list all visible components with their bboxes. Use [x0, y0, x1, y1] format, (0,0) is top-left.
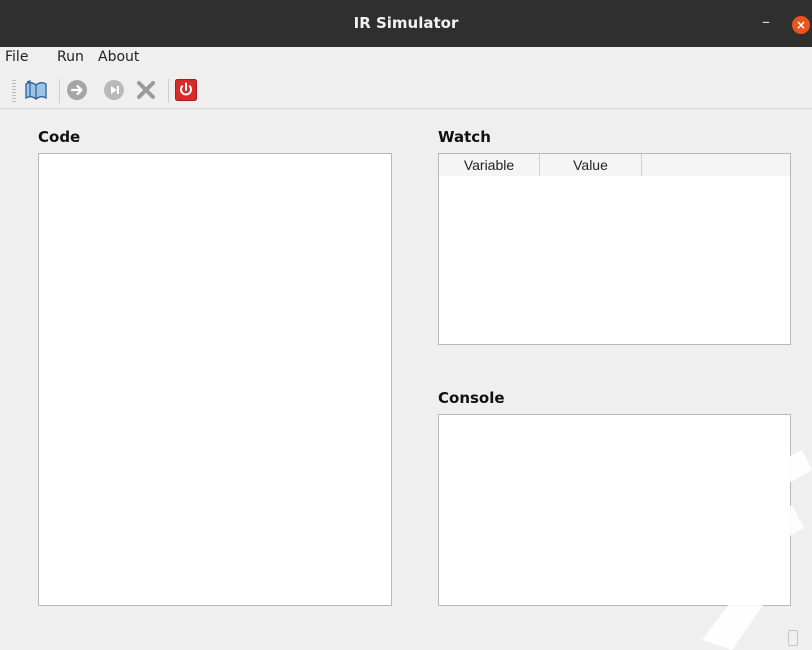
- step-forward-icon[interactable]: [65, 78, 89, 102]
- console-label: Console: [438, 389, 505, 407]
- step-icon[interactable]: [102, 78, 126, 102]
- title-bar: IR Simulator – ×: [0, 0, 812, 47]
- window-title: IR Simulator: [353, 14, 459, 32]
- column-header-value[interactable]: Value: [540, 154, 642, 176]
- toolbar: [0, 72, 812, 109]
- menu-about[interactable]: About: [98, 49, 139, 65]
- toolbar-separator: [168, 79, 169, 103]
- open-file-icon[interactable]: [24, 78, 48, 102]
- watch-label: Watch: [438, 128, 491, 146]
- watch-table[interactable]: Variable Value: [438, 153, 791, 345]
- console-output[interactable]: [438, 414, 791, 606]
- menu-file[interactable]: File: [5, 49, 28, 65]
- code-editor[interactable]: [38, 153, 392, 606]
- close-button[interactable]: ×: [792, 16, 810, 34]
- power-icon[interactable]: [174, 78, 198, 102]
- stop-icon[interactable]: [134, 78, 158, 102]
- code-label: Code: [38, 128, 81, 146]
- toolbar-separator: [59, 79, 60, 103]
- column-header-variable[interactable]: Variable: [439, 154, 540, 176]
- minimize-button[interactable]: –: [762, 14, 774, 30]
- watch-table-header: Variable Value: [439, 154, 790, 176]
- resize-grip[interactable]: [788, 630, 798, 646]
- toolbar-grip[interactable]: [12, 80, 16, 102]
- menu-run[interactable]: Run: [57, 49, 84, 65]
- menu-bar: File Run About: [0, 47, 812, 70]
